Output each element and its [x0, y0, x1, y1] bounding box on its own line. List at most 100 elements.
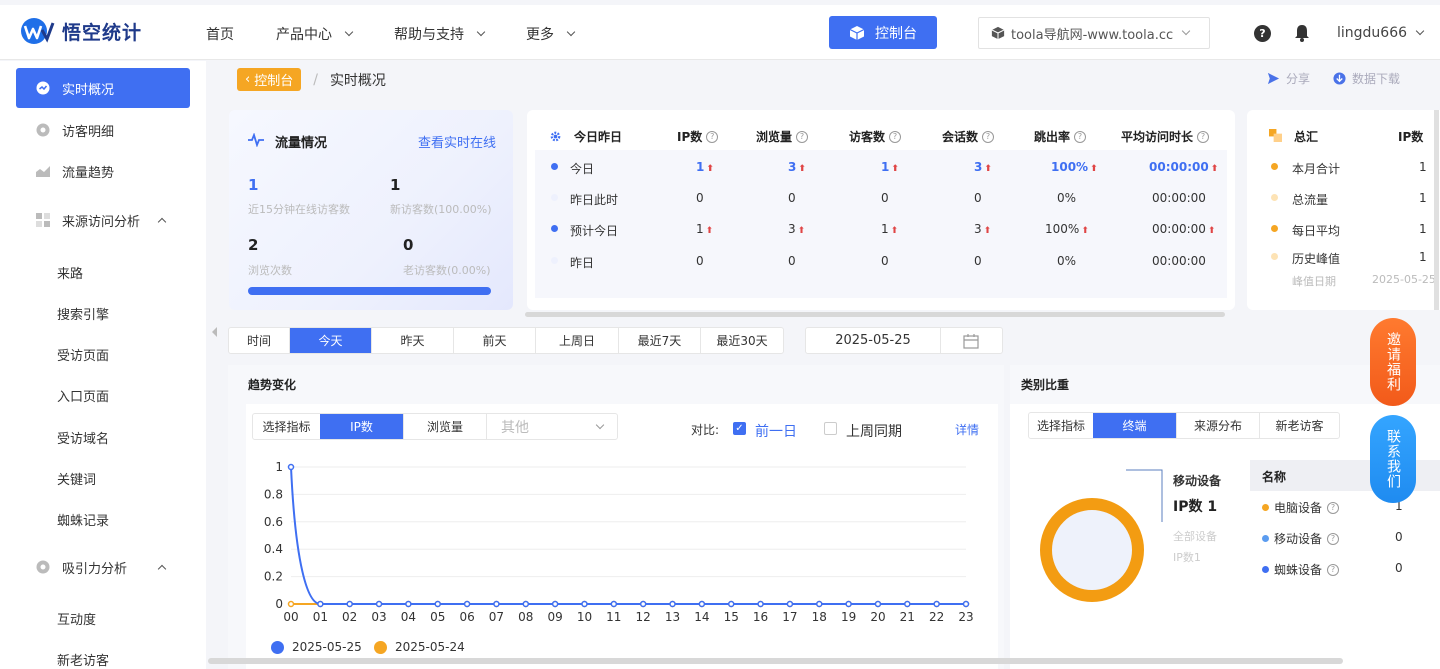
- page-scrollbar[interactable]: [208, 658, 1343, 664]
- data-point[interactable]: [698, 600, 706, 608]
- tab-terminal[interactable]: 终端: [1093, 413, 1176, 438]
- y-tick-label: 0: [275, 597, 283, 611]
- data-point[interactable]: [287, 600, 295, 608]
- data-point[interactable]: [874, 600, 882, 608]
- question-icon[interactable]: ?: [1074, 130, 1087, 143]
- share-button[interactable]: 分享: [1267, 70, 1310, 87]
- question-icon[interactable]: ?: [706, 130, 719, 143]
- console-button[interactable]: 控制台: [829, 16, 937, 49]
- tab-source[interactable]: 来源分布: [1176, 413, 1259, 438]
- sidebar-item-visitors[interactable]: 访客明细: [16, 110, 190, 150]
- sidebar-sub-search-engine[interactable]: 搜索引擎: [57, 304, 109, 323]
- data-point[interactable]: [317, 600, 324, 608]
- filter-7days[interactable]: 最近7天: [618, 328, 700, 353]
- data-point[interactable]: [375, 600, 383, 608]
- site-select[interactable]: toola导航网-www.toola.cc: [978, 17, 1210, 49]
- compare-week-label[interactable]: 上周同期: [846, 421, 902, 441]
- download-button[interactable]: 数据下载: [1333, 70, 1400, 87]
- sidebar-sub-referrer[interactable]: 来路: [57, 263, 83, 282]
- series-line-2025-05-25: [290, 466, 966, 605]
- nav-products[interactable]: 产品中心: [276, 24, 354, 44]
- question-icon[interactable]: ?: [796, 130, 809, 143]
- data-point[interactable]: [610, 600, 618, 608]
- question-icon[interactable]: ?: [982, 130, 995, 143]
- sidebar-sub-visited-pages[interactable]: 受访页面: [57, 345, 109, 364]
- sidebar-sub-spider[interactable]: 蜘蛛记录: [57, 510, 109, 529]
- breadcrumb: ‹ 控制台 / 实时概况: [237, 68, 386, 91]
- row-dot: [1271, 225, 1278, 232]
- metric-ip[interactable]: IP数: [320, 414, 403, 439]
- question-icon[interactable]: ?: [889, 130, 902, 143]
- sidebar-sub-new-old[interactable]: 新老访客: [57, 650, 109, 669]
- data-point[interactable]: [727, 600, 735, 608]
- trend-detail-link[interactable]: 详情: [955, 421, 979, 438]
- sidebar-sub-domains[interactable]: 受访域名: [57, 428, 109, 447]
- data-point[interactable]: [346, 600, 353, 608]
- data-point[interactable]: [463, 600, 471, 608]
- peak-date-label: 峰值日期: [1292, 275, 1336, 288]
- callout-title: 移动设备: [1173, 474, 1222, 488]
- summary-scrollbar[interactable]: [1434, 110, 1439, 310]
- question-icon[interactable]: ?: [1327, 501, 1340, 514]
- data-point[interactable]: [816, 600, 823, 608]
- question-icon[interactable]: ?: [1327, 532, 1340, 545]
- sidebar: 实时概况 访客明细 流量趋势 来源访问分析 来路 搜索引擎 受访页面 入口页面 …: [0, 61, 206, 669]
- data-point[interactable]: [933, 600, 940, 608]
- data-point[interactable]: [551, 600, 559, 608]
- question-icon[interactable]: ?: [1197, 130, 1210, 143]
- filter-today[interactable]: 今天: [289, 328, 371, 353]
- data-point[interactable]: [962, 600, 970, 608]
- user-menu[interactable]: lingdu666: [1337, 25, 1425, 41]
- sidebar-item-realtime[interactable]: 实时概况: [16, 68, 190, 108]
- invite-float-button[interactable]: 邀请福利: [1370, 318, 1416, 406]
- sidebar-sub-entry-pages[interactable]: 入口页面: [57, 386, 109, 405]
- summary-header: IP数: [1398, 130, 1424, 144]
- legend-series-0[interactable]: 2025-05-25: [271, 640, 362, 654]
- view-realtime-link[interactable]: 查看实时在线: [418, 132, 496, 151]
- tab-new-old[interactable]: 新老访客: [1259, 413, 1339, 438]
- chevron-down-icon: [595, 420, 605, 429]
- cell-value: 0: [788, 254, 796, 268]
- data-point[interactable]: [904, 600, 911, 608]
- sidebar-sub-keywords[interactable]: 关键词: [57, 469, 96, 488]
- data-point[interactable]: [786, 600, 794, 608]
- nav-home[interactable]: 首页: [206, 24, 234, 44]
- filter-yesterday[interactable]: 昨天: [371, 328, 453, 353]
- today-title: 今日昨日: [549, 128, 622, 145]
- brand-logo[interactable]: 悟空统计: [20, 17, 142, 45]
- nav-help[interactable]: 帮助与支持: [394, 24, 486, 44]
- arrow-up-icon: ⬆: [983, 226, 992, 236]
- cell-text: 1: [696, 222, 704, 236]
- question-icon[interactable]: ?: [1327, 563, 1340, 576]
- help-icon[interactable]: ?: [1254, 25, 1271, 42]
- data-point[interactable]: [757, 600, 764, 608]
- filter-day-before[interactable]: 前天: [453, 328, 535, 353]
- filter-30days[interactable]: 最近30天: [700, 328, 783, 353]
- data-point[interactable]: [405, 600, 412, 608]
- compare-prev-label[interactable]: 前一日: [755, 421, 797, 441]
- filter-last-sunday[interactable]: 上周日: [535, 328, 618, 353]
- bell-icon[interactable]: [1294, 24, 1310, 42]
- breadcrumb-back-button[interactable]: ‹ 控制台: [237, 68, 302, 91]
- metric-pv[interactable]: 浏览量: [403, 414, 486, 439]
- data-point[interactable]: [493, 600, 500, 608]
- cell-value: 1 ⬆: [696, 222, 713, 236]
- data-point[interactable]: [287, 463, 295, 471]
- sidebar-sub-interaction[interactable]: 互动度: [57, 609, 96, 628]
- data-point[interactable]: [522, 600, 530, 608]
- date-picker[interactable]: 2025-05-25: [805, 327, 1003, 354]
- data-point[interactable]: [639, 600, 647, 608]
- legend-series-1[interactable]: 2025-05-24: [374, 640, 465, 654]
- today-scrollbar[interactable]: [525, 312, 1225, 317]
- contact-float-button[interactable]: 联系我们: [1370, 415, 1416, 503]
- data-point[interactable]: [434, 600, 441, 608]
- data-point[interactable]: [669, 600, 676, 608]
- compare-prev-checkbox[interactable]: ✓: [733, 422, 746, 435]
- compare-week-checkbox[interactable]: [824, 422, 837, 435]
- collapse-arrow-icon[interactable]: [212, 327, 217, 337]
- data-point[interactable]: [845, 600, 852, 608]
- nav-more[interactable]: 更多: [526, 24, 576, 44]
- metric-other-select[interactable]: 其他: [486, 414, 617, 439]
- data-point[interactable]: [581, 600, 588, 608]
- sidebar-item-trend[interactable]: 流量趋势: [16, 151, 190, 191]
